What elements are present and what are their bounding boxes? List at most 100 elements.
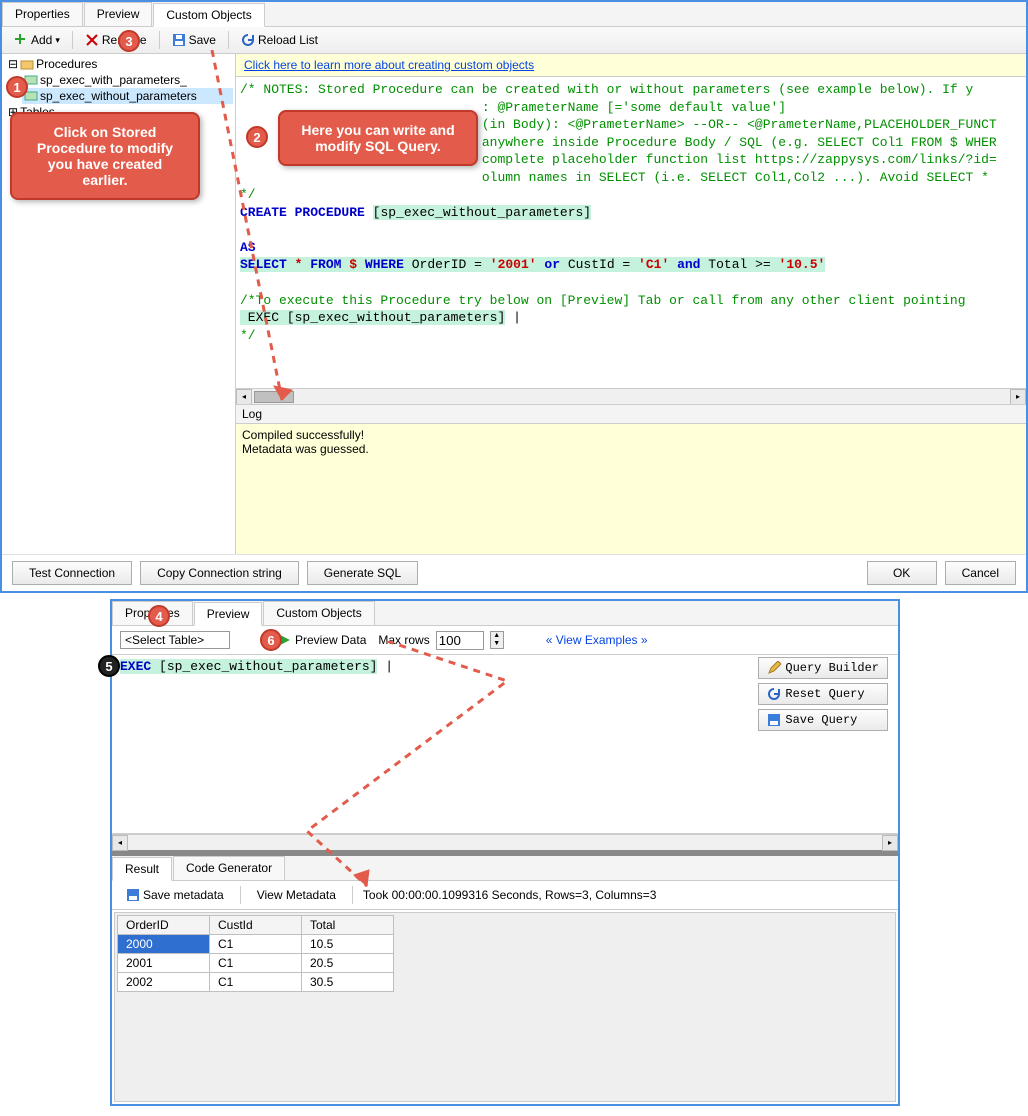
table-row[interactable]: 2001 C1 20.5 — [118, 954, 394, 973]
log-area[interactable]: Compiled successfully! Metadata was gues… — [236, 424, 1026, 554]
add-label: Add — [31, 33, 52, 47]
code-line: olumn names in SELECT (i.e. SELECT Col1,… — [482, 170, 997, 185]
custom-objects-window: 1 2 3 Click on Stored Procedure to modif… — [0, 0, 1028, 593]
reset-query-button[interactable]: Reset Query — [758, 683, 888, 705]
result-table[interactable]: OrderID CustId Total 2000 C1 10.5 2001 C… — [117, 915, 394, 992]
log-line: Metadata was guessed. — [242, 442, 1020, 456]
col-custid[interactable]: CustId — [210, 916, 302, 935]
code-line: anywhere inside Procedure Body / SQL (e.… — [474, 135, 997, 150]
dialog-button-bar: Test Connection Copy Connection string G… — [2, 554, 1026, 591]
code-line: : @PrameterName [='some default value'] — [482, 100, 786, 115]
arrow-preview-to-result — [247, 641, 527, 901]
table-row[interactable]: 2002 C1 30.5 — [118, 973, 394, 992]
save-icon — [767, 713, 781, 727]
cell[interactable]: 30.5 — [302, 973, 394, 992]
select-table-dropdown[interactable]: <Select Table> — [120, 631, 230, 649]
cell[interactable]: 2001 — [118, 954, 210, 973]
save-metadata-button[interactable]: Save metadata — [120, 885, 230, 905]
query-builder-button[interactable]: Query Builder — [758, 657, 888, 679]
tab-properties[interactable]: Properties — [2, 2, 83, 26]
kw-from: FROM — [310, 257, 341, 272]
cond: '2001' — [490, 257, 537, 272]
help-bar: Click here to learn more about creating … — [236, 54, 1026, 77]
code-line: /* NOTES: Stored Procedure can be create… — [240, 82, 973, 97]
remove-button[interactable]: Remove — [79, 30, 153, 50]
scroll-left-icon[interactable]: ◂ — [112, 835, 128, 851]
cond: OrderID = — [412, 257, 482, 272]
tree-expand-icon[interactable]: ⊟ — [8, 57, 18, 71]
code-line: (in Body): <@PrameterName> --OR-- <@Pram… — [474, 117, 997, 132]
cell[interactable]: 20.5 — [302, 954, 394, 973]
spin-up-icon[interactable]: ▲ — [491, 632, 503, 640]
callout-modify-sql: Here you can write and modify SQL Query. — [278, 110, 478, 166]
edit-icon — [767, 661, 781, 675]
reload-button[interactable]: Reload List — [235, 30, 324, 50]
arrow-save-to-log — [202, 50, 302, 420]
cell[interactable]: C1 — [210, 935, 302, 954]
cond: 'C1' — [638, 257, 669, 272]
top-tabs: Properties Preview Custom Objects — [2, 2, 1026, 27]
badge-4: 4 — [148, 605, 170, 627]
cell[interactable]: 2000 — [118, 935, 210, 954]
cell[interactable]: 2002 — [118, 973, 210, 992]
result-grid-area[interactable]: OrderID CustId Total 2000 C1 10.5 2001 C… — [114, 912, 896, 1102]
code-line: complete placeholder function list https… — [474, 152, 997, 167]
custom-objects-toolbar: Add ▾ Remove Save Reload List — [2, 27, 1026, 54]
cond: Total >= — [708, 257, 770, 272]
col-total[interactable]: Total — [302, 916, 394, 935]
editor-scrollbar[interactable]: ◂ ▸ — [236, 388, 1026, 404]
reset-icon — [767, 687, 781, 701]
log-line: Compiled successfully! — [242, 428, 1020, 442]
reload-label: Reload List — [258, 33, 318, 47]
cancel-button[interactable]: Cancel — [945, 561, 1016, 585]
col-orderid[interactable]: OrderID — [118, 916, 210, 935]
plus-icon — [14, 33, 28, 47]
cell[interactable]: C1 — [210, 973, 302, 992]
tab-custom-objects-2[interactable]: Custom Objects — [263, 601, 374, 625]
save-icon — [126, 888, 140, 902]
cell[interactable]: 10.5 — [302, 935, 394, 954]
test-connection-button[interactable]: Test Connection — [12, 561, 132, 585]
proc-name: [sp_exec_without_parameters] — [373, 205, 591, 220]
reset-query-label: Reset Query — [785, 687, 864, 701]
save-query-label: Save Query — [785, 713, 857, 727]
tree-procedures[interactable]: ⊟ Procedures — [6, 56, 233, 72]
view-examples-link[interactable]: « View Examples » — [546, 633, 648, 647]
save-button[interactable]: Save — [166, 30, 222, 50]
folder-icon — [20, 57, 34, 71]
tree-item-sp2-label: sp_exec_without_parameters — [40, 89, 197, 103]
tab-preview[interactable]: Preview — [84, 2, 153, 26]
ok-button[interactable]: OK — [867, 561, 937, 585]
kw-where: WHERE — [365, 257, 404, 272]
save-label: Save — [189, 33, 216, 47]
cell[interactable]: C1 — [210, 954, 302, 973]
tree-item-sp1-label: sp_exec_with_parameters_ — [40, 73, 187, 87]
generate-sql-button[interactable]: Generate SQL — [307, 561, 418, 585]
add-button[interactable]: Add ▾ — [8, 30, 66, 50]
save-query-button[interactable]: Save Query — [758, 709, 888, 731]
kw-procedure: PROCEDURE — [295, 205, 365, 220]
tab-preview-2[interactable]: Preview — [194, 602, 263, 626]
delete-icon — [85, 33, 99, 47]
scroll-right-icon[interactable]: ▸ — [882, 835, 898, 851]
badge-6: 6 — [260, 629, 282, 651]
log-header: Log — [236, 404, 1026, 424]
save-icon — [172, 33, 186, 47]
badge-5: 5 — [98, 655, 120, 677]
query-side-buttons: Query Builder Reset Query Save Query — [758, 657, 888, 731]
kw-and: and — [677, 257, 700, 272]
copy-connection-button[interactable]: Copy Connection string — [140, 561, 299, 585]
kw-or: or — [544, 257, 560, 272]
dropdown-caret-icon: ▾ — [55, 35, 60, 46]
reload-icon — [241, 33, 255, 47]
code-line: /*To execute this Procedure try below on… — [240, 293, 966, 308]
preview-window: 4 5 6 Properties Preview Custom Objects … — [110, 599, 900, 1106]
tree-procedures-label: Procedures — [36, 57, 97, 71]
tab-custom-objects[interactable]: Custom Objects — [153, 3, 264, 27]
tab-result[interactable]: Result — [112, 857, 172, 881]
callout-modify-sp: Click on Stored Procedure to modify you … — [10, 112, 200, 200]
table-row[interactable]: 2000 C1 10.5 — [118, 935, 394, 954]
save-metadata-label: Save metadata — [143, 888, 224, 902]
bottom-tabs: Properties Preview Custom Objects — [112, 601, 898, 626]
scroll-right-icon[interactable]: ▸ — [1010, 389, 1026, 405]
